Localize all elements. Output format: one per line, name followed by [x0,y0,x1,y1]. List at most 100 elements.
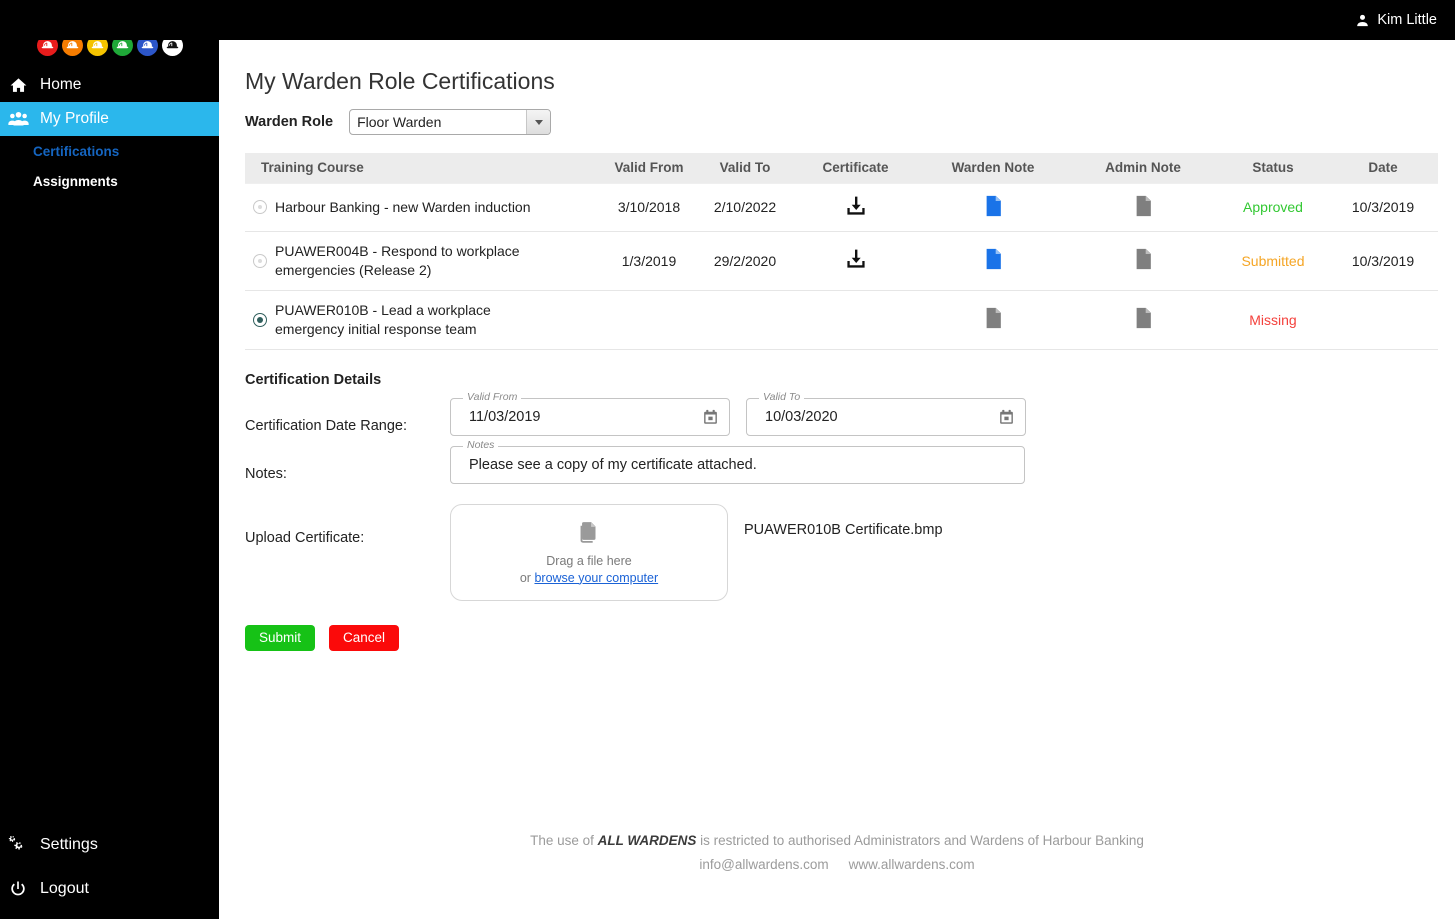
sidebar-item-logout[interactable]: Logout [0,867,219,911]
main-navigation: Home My Profile Certifications Assignmen… [0,68,219,196]
valid-from-legend: Valid From [463,390,522,403]
notes-row: Notes: Notes [245,438,1455,484]
sidebar-bottom-navigation: Settings Logout [0,823,219,911]
footer-line-1: The use of ALL WARDENS is restricted to … [219,829,1455,853]
row-select-radio[interactable] [253,253,267,268]
sidebar-item-label-logout: Logout [40,880,89,897]
sidebar-item-my-profile[interactable]: My Profile [0,102,219,136]
col-header-valid-to: Valid To [697,153,793,183]
warden-role-select[interactable]: Floor WardenChief WardenDeputy Chief War… [349,109,552,135]
cell-valid-from: 3/10/2018 [601,182,697,232]
sidebar-item-home[interactable]: Home [0,68,219,102]
sidebar-item-label-home: Home [40,76,82,93]
notes-field[interactable]: Notes [450,438,1025,484]
cell-date: 10/3/2019 [1328,182,1438,232]
admin-note-document-icon[interactable] [1134,248,1153,270]
cell-admin-note [1068,182,1218,232]
warden-role-filter: Warden Role Floor WardenChief WardenDepu… [219,95,1455,135]
certification-details-section: Certification Details Certification Date… [219,350,1455,601]
col-header-training-course: Training Course [245,153,601,183]
sidebar-item-label-my-profile: My Profile [40,110,109,127]
training-course-name: PUAWER010B - Lead a workplace emergency … [275,301,491,337]
date-range-label: Certification Date Range: [245,417,407,434]
calendar-icon[interactable] [998,408,1015,425]
footer: The use of ALL WARDENS is restricted to … [219,829,1455,877]
person-icon [1355,13,1370,28]
status-badge: Approved [1218,182,1328,232]
warden-note-document-icon[interactable] [984,248,1003,270]
user-name: Kim Little [1377,12,1437,28]
calendar-icon[interactable] [702,408,719,425]
table-header-row: Training Course Valid From Valid To Cert… [245,153,1438,183]
status-badge: Missing [1218,290,1328,350]
copy-files-icon [576,520,602,551]
admin-note-document-icon[interactable] [1134,307,1153,329]
cell-certificate [793,231,918,291]
table-row[interactable]: Harbour Banking - new Warden induction 3/… [245,182,1438,232]
valid-from-field[interactable]: Valid From [450,390,730,436]
dropzone-line2-prefix: or [519,570,535,585]
table-row[interactable]: PUAWER010B - Lead a workplace emergency … [245,290,1438,350]
upload-certificate-row: Upload Certificate: Drag a file here or … [245,503,1455,601]
submit-button[interactable]: Submit [245,624,316,651]
main-content: My Warden Role Certifications Warden Rol… [219,40,1455,919]
row-select-radio[interactable] [253,312,267,327]
download-icon[interactable] [844,247,868,271]
col-header-valid-from: Valid From [601,153,697,183]
download-icon[interactable] [844,194,868,218]
upload-certificate-label: Upload Certificate: [245,529,365,546]
cell-valid-from: 1/3/2019 [601,231,697,291]
valid-to-field[interactable]: Valid To [746,390,1026,436]
valid-to-legend: Valid To [759,390,805,403]
sidebar: ALL WARDENS [0,0,219,919]
warden-role-select-wrap: Floor WardenChief WardenDeputy Chief War… [349,109,552,135]
home-icon [7,76,29,95]
admin-note-document-icon[interactable] [1134,195,1153,217]
cancel-button[interactable]: Cancel [329,624,400,651]
cell-admin-note [1068,290,1218,350]
table-row[interactable]: PUAWER004B - Respond to workplace emerge… [245,231,1438,291]
sidebar-item-label-assignments: Assignments [33,173,118,189]
training-course-name: Harbour Banking - new Warden induction [275,198,531,215]
warden-note-document-icon[interactable] [984,307,1003,329]
sidebar-item-certifications[interactable]: Certifications [0,136,219,166]
cell-certificate [793,290,918,350]
browse-computer-link[interactable]: browse your computer [534,571,658,585]
uploaded-filename: PUAWER010B Certificate.bmp [744,521,943,538]
certifications-table: Training Course Valid From Valid To Cert… [245,153,1438,350]
row-select-radio[interactable] [253,200,267,214]
certification-details-title: Certification Details [245,371,382,388]
sidebar-item-settings[interactable]: Settings [0,823,219,867]
cell-date [1328,290,1438,350]
footer-website[interactable]: www.allwardens.com [849,857,975,872]
cell-warden-note [918,290,1068,350]
notes-legend: Notes [463,438,499,451]
training-course-name: PUAWER004B - Respond to workplace emerge… [275,242,520,278]
dropzone-line1: Drag a file here [546,553,632,568]
power-icon [7,879,29,899]
table-body: Harbour Banking - new Warden induction 3/… [245,182,1438,350]
file-dropzone[interactable]: Drag a file here or browse your computer [450,503,728,601]
cell-valid-to [697,290,793,350]
gears-icon [7,835,29,855]
valid-from-input[interactable] [451,407,729,426]
footer-prefix: The use of [530,833,598,848]
dropzone-line2: or browse your computer [520,571,658,585]
warden-note-document-icon[interactable] [984,195,1003,217]
footer-email[interactable]: info@allwardens.com [699,857,828,872]
cell-date: 10/3/2019 [1328,231,1438,291]
valid-to-input[interactable] [747,407,1025,426]
cell-certificate [793,182,918,232]
sidebar-item-label-settings: Settings [40,836,98,853]
sidebar-item-label-certifications: Certifications [33,143,120,159]
app-root: ALL WARDENS [0,0,1455,919]
form-actions: Submit Cancel [219,601,1455,651]
user-menu[interactable]: Kim Little [1355,0,1437,40]
warden-role-label: Warden Role [245,114,334,130]
sidebar-item-assignments[interactable]: Assignments [0,166,219,196]
cell-valid-to: 2/10/2022 [697,182,793,232]
cell-training-course: PUAWER010B - Lead a workplace emergency … [245,290,601,350]
notes-input[interactable] [451,455,1024,474]
col-header-date: Date [1328,153,1438,183]
notes-label: Notes: [245,465,287,482]
